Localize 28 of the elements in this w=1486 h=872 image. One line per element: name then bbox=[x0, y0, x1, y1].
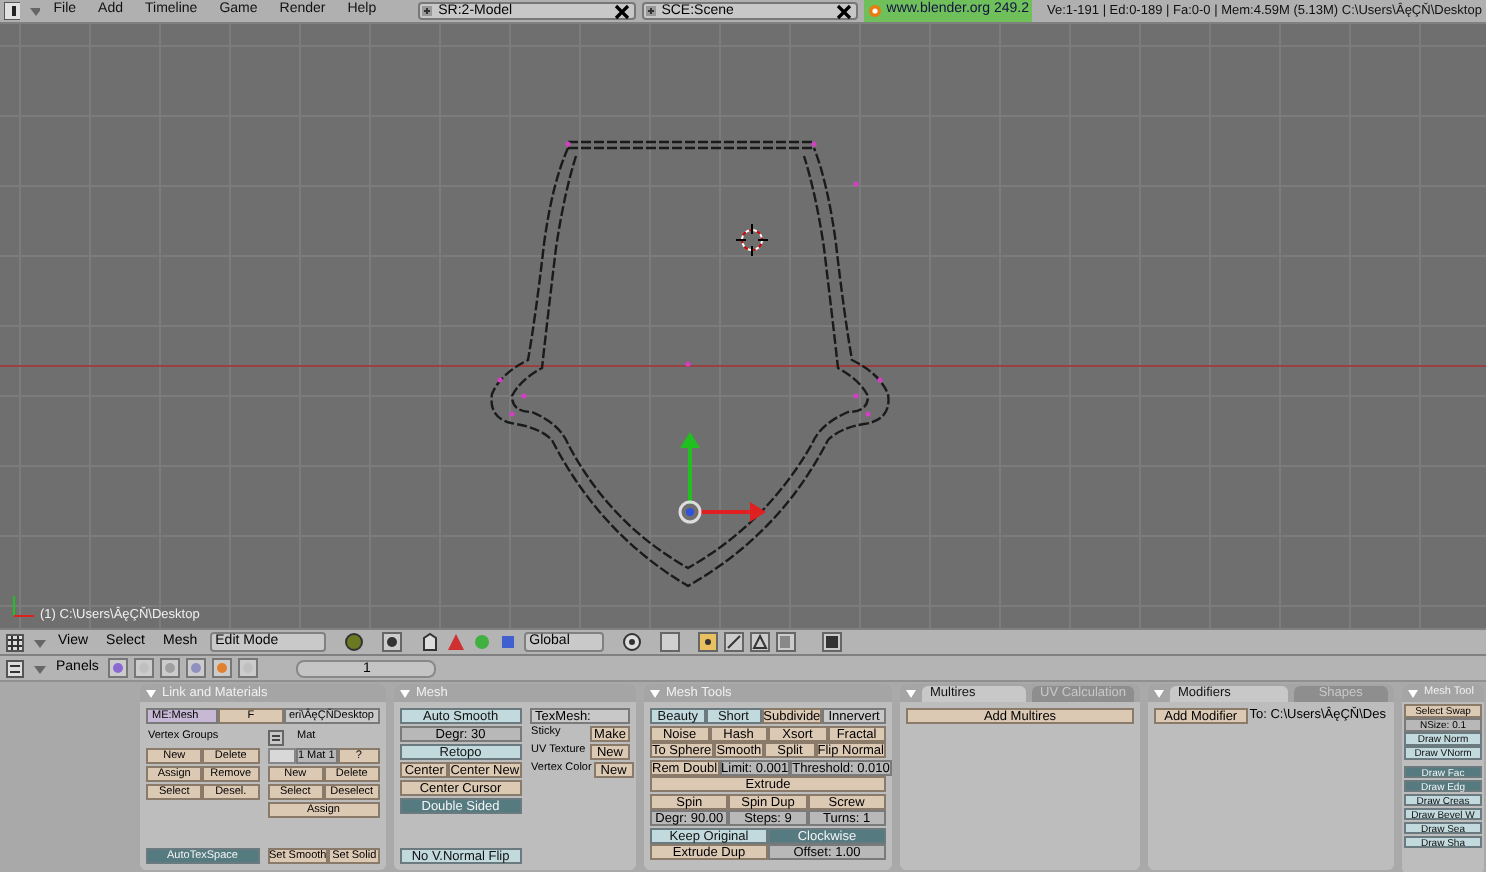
square-icon[interactable] bbox=[497, 632, 518, 652]
collapse-icon[interactable] bbox=[906, 689, 916, 697]
context-tab-icon[interactable] bbox=[238, 658, 259, 678]
vertex-select-icon[interactable] bbox=[697, 632, 718, 652]
3d-cursor-icon bbox=[736, 224, 768, 256]
panels-icon[interactable] bbox=[6, 659, 24, 677]
context-tab-icon[interactable] bbox=[160, 658, 181, 678]
caret-icon[interactable] bbox=[34, 637, 46, 647]
context-tab-icon[interactable] bbox=[212, 658, 233, 678]
context-tab-icon[interactable] bbox=[108, 658, 129, 678]
target-icon[interactable] bbox=[621, 632, 642, 652]
caret-icon[interactable] bbox=[34, 663, 46, 673]
sphere-icon[interactable] bbox=[343, 632, 364, 652]
collapse-icon[interactable] bbox=[146, 689, 156, 697]
collapse-icon[interactable] bbox=[650, 689, 660, 697]
transform-manipulator-icon[interactable] bbox=[674, 432, 766, 524]
context-tab-icon[interactable] bbox=[186, 658, 207, 678]
face-select-icon[interactable] bbox=[749, 632, 770, 652]
context-tab-icon[interactable] bbox=[134, 658, 155, 678]
collapse-icon[interactable] bbox=[400, 689, 410, 697]
collapse-icon[interactable] bbox=[1154, 689, 1164, 697]
caret-icon[interactable] bbox=[30, 6, 40, 16]
grid-icon[interactable] bbox=[6, 633, 24, 651]
color-swatch[interactable] bbox=[267, 748, 295, 764]
blender-logo-icon bbox=[868, 4, 883, 18]
list-icon[interactable] bbox=[267, 730, 283, 746]
edge-select-icon[interactable] bbox=[723, 632, 744, 652]
collapse-icon[interactable] bbox=[1408, 689, 1418, 697]
